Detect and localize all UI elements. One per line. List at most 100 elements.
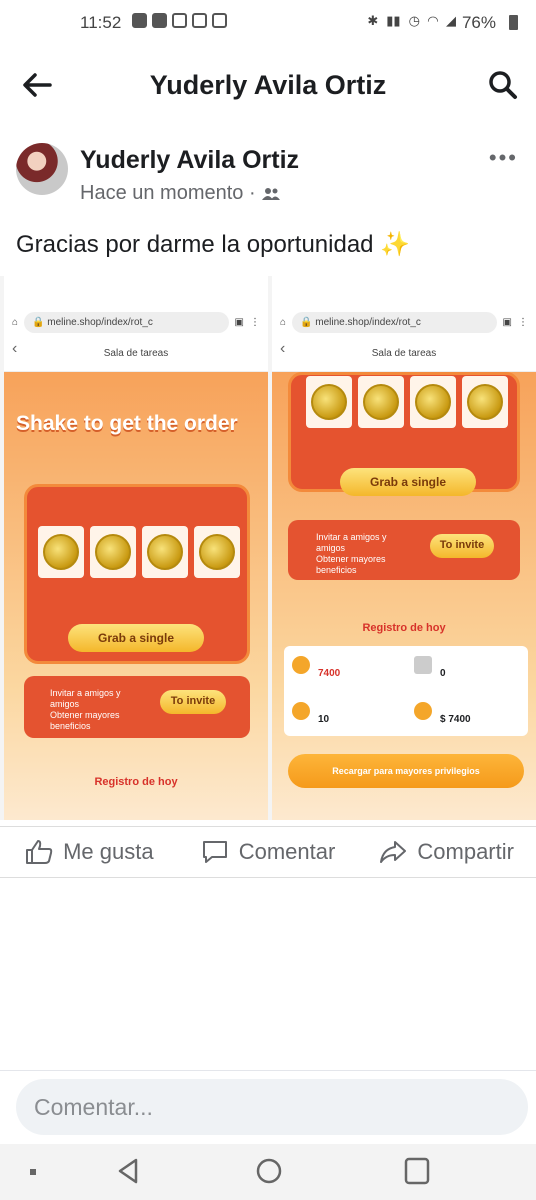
invite-button: To invite (160, 690, 226, 714)
post-text: Gracias por darme la oportunidad ✨ (16, 231, 411, 258)
status-bar: 11:52 ✱ ▮▮ ◷ ◜◝ ◢ 76% (0, 0, 536, 46)
comment-icon (202, 841, 227, 863)
registro-heading: Registro de hoy (362, 622, 446, 634)
nav-recent-apps-icon[interactable] (404, 1157, 430, 1185)
facebook-icon (152, 13, 167, 28)
avatar[interactable] (16, 143, 68, 195)
reel (410, 376, 456, 428)
comment-button[interactable]: Comentar (179, 827, 358, 877)
like-label: Me gusta (63, 839, 154, 864)
inner-nav: ‹ Sala de tareas (272, 338, 536, 372)
grab-single-button: Grab a single (68, 624, 204, 652)
grab-single-button: Grab a single (340, 468, 476, 496)
inner-url: 🔒 meline.shop/index/rot_c (292, 311, 497, 333)
page-title: Yuderly Avila Ortiz (149, 70, 387, 100)
wifi-icon: ◜◝ (427, 13, 438, 28)
like-button[interactable]: Me gusta (0, 827, 179, 877)
inner-page-title: Sala de tareas (371, 348, 437, 359)
invite-button: To invite (430, 534, 494, 558)
document-stat-icon (414, 656, 432, 674)
coin-icon (467, 384, 503, 420)
post-actions: Me gusta Comentar Compartir (0, 826, 536, 878)
share-label: Compartir (417, 839, 514, 864)
menu-icon: ⋮ (518, 316, 528, 328)
share-arrow-icon (380, 841, 407, 863)
alarm-icon: ◷ (408, 13, 420, 28)
reel (142, 526, 188, 578)
stat-item: $ 7400 (406, 692, 526, 736)
more-options-icon[interactable]: ••• (489, 145, 518, 171)
recharge-button: Recargar para mayores privilegios (288, 754, 524, 788)
invite-text: Invitar a amigos y amigos Obtener mayore… (50, 688, 121, 731)
post-author[interactable]: Yuderly Avila Ortiz (80, 146, 299, 175)
screenshot-right: ⌂ 🔒 meline.shop/index/rot_c ▣ ⋮ ‹ Sala d… (272, 276, 536, 820)
coin-icon (147, 534, 183, 570)
registro-heading: Registro de hoy (94, 776, 178, 788)
stat-value: 10 (318, 714, 330, 725)
battery-icon (509, 15, 518, 30)
thumbs-up-icon (26, 840, 53, 864)
inner-status-bar (4, 276, 268, 306)
inner-back-icon: ‹ (280, 340, 286, 357)
inner-back-icon: ‹ (12, 340, 18, 357)
reel (358, 376, 404, 428)
menu-icon: ⋮ (250, 316, 260, 328)
battery-percent: 76% (461, 13, 496, 32)
inner-url-bar: ⌂ 🔒 meline.shop/index/rot_c ▣ ⋮ (4, 306, 268, 338)
stat-value: 0 (440, 668, 446, 679)
inner-status-bar (272, 276, 536, 306)
system-nav-bar (0, 1144, 536, 1200)
app-bar: Yuderly Avila Ortiz (0, 58, 536, 112)
post-timestamp: Hace un momento · (80, 182, 256, 204)
game-area: Shake to get the order Grab a single Inv… (4, 372, 268, 820)
invite-text: Invitar a amigos y amigos Obtener mayore… (316, 532, 387, 575)
inner-url: 🔒 meline.shop/index/rot_c (24, 311, 229, 333)
gallery-icon (192, 13, 207, 28)
coin-icon (43, 534, 79, 570)
inner-url-bar: ⌂ 🔒 meline.shop/index/rot_c ▣ ⋮ (272, 306, 536, 338)
reel-row (38, 526, 240, 578)
game-banner: Shake to get the order (16, 412, 238, 435)
home-icon: ⌂ (280, 316, 287, 328)
nav-back-icon[interactable] (114, 1156, 144, 1186)
call-icon (212, 13, 227, 28)
post-meta: Hace un momento · (80, 182, 280, 205)
stat-item: 0 (406, 646, 526, 690)
inner-page-title: Sala de tareas (103, 348, 169, 359)
tabs-icon: ▣ (502, 316, 512, 328)
nav-home-icon[interactable] (254, 1156, 284, 1186)
stat-value: 7400 (318, 668, 341, 679)
reel (306, 376, 352, 428)
comment-bar (0, 1070, 536, 1144)
stat-item: 10 (284, 692, 404, 736)
search-icon[interactable] (486, 68, 520, 102)
reel (90, 526, 136, 578)
coin-stat-icon (292, 656, 310, 674)
bluetooth-icon: ✱ (367, 13, 379, 28)
reel (462, 376, 508, 428)
reel-row (306, 376, 508, 428)
reel (194, 526, 240, 578)
clock-stat-icon (292, 702, 310, 720)
stats-card: 7400 0 10 $ 7400 (284, 646, 528, 736)
instagram-icon (172, 13, 187, 28)
coin-icon (415, 384, 451, 420)
friends-audience-icon[interactable] (261, 187, 280, 201)
comment-label: Comentar (238, 839, 336, 864)
inner-nav: ‹ Sala de tareas (4, 338, 268, 372)
stat-value: $ 7400 (440, 714, 471, 725)
app-notification-icon (132, 13, 147, 28)
system-icons: ✱ ▮▮ ◷ ◜◝ ◢ (367, 13, 456, 29)
home-icon: ⌂ (12, 316, 19, 328)
post-image[interactable]: ⌂ 🔒 meline.shop/index/rot_c ▣ ⋮ ‹ Sala d… (0, 276, 536, 820)
nav-dot-icon (30, 1169, 36, 1175)
share-button[interactable]: Compartir (357, 827, 536, 877)
coin-icon (311, 384, 347, 420)
comment-input[interactable] (16, 1079, 528, 1135)
coin-icon (95, 534, 131, 570)
game-area: Grab a single Invitar a amigos y amigos … (272, 372, 536, 820)
stat-item: 7400 (284, 646, 404, 690)
notification-icons (132, 13, 227, 28)
volte-icon: ▮▮ (386, 13, 401, 28)
reel (38, 526, 84, 578)
